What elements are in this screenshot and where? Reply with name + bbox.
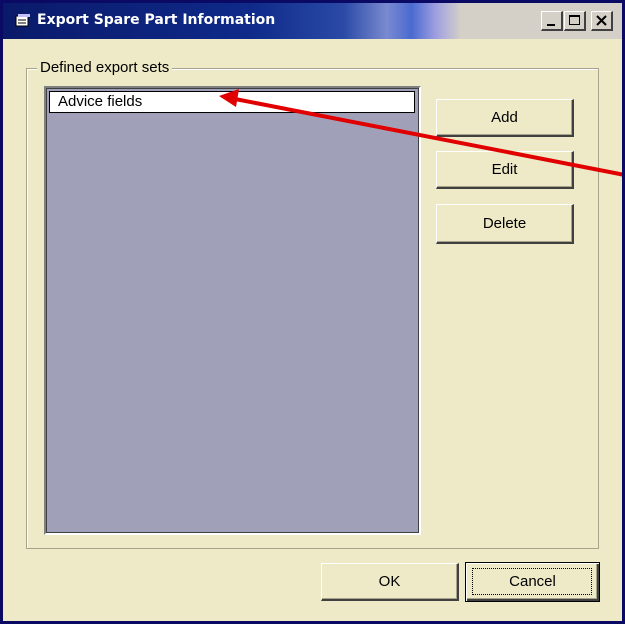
close-button[interactable] <box>591 11 613 31</box>
ok-button-label: OK <box>378 573 401 590</box>
export-set-item[interactable]: Advice fields <box>49 91 415 113</box>
focus-rectangle <box>472 568 592 595</box>
delete-button[interactable]: Delete <box>436 204 574 244</box>
add-button[interactable]: Add <box>436 99 574 137</box>
cancel-button[interactable]: Cancel <box>465 562 600 602</box>
title-bar[interactable]: Export Spare Part Information <box>3 3 622 39</box>
maximize-icon <box>569 15 580 25</box>
app-icon <box>15 14 30 27</box>
close-icon <box>596 15 607 26</box>
groupbox-legend: Defined export sets <box>37 60 173 76</box>
add-button-label: Add <box>491 109 518 126</box>
edit-button[interactable]: Edit <box>436 151 574 189</box>
window-title: Export Spare Part Information <box>37 12 276 28</box>
minimize-icon <box>547 24 555 26</box>
edit-button-label: Edit <box>491 161 518 178</box>
ok-button[interactable]: OK <box>321 563 459 601</box>
export-dialog-window: Export Spare Part Information Defined ex… <box>0 0 625 624</box>
delete-button-label: Delete <box>482 215 527 232</box>
export-sets-listbox[interactable]: Advice fields <box>44 86 421 535</box>
minimize-button[interactable] <box>541 11 563 31</box>
maximize-button[interactable] <box>564 11 586 31</box>
